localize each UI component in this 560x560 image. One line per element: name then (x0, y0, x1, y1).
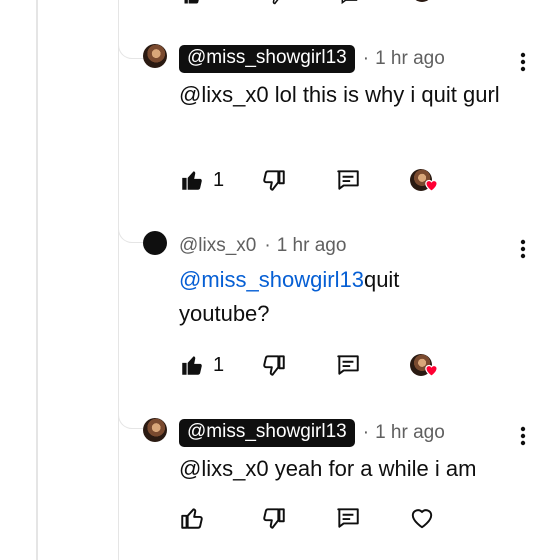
like-button[interactable] (179, 504, 213, 532)
comment-header: @miss_showgirl13 · 1 hr ago (179, 44, 445, 74)
like-count: 1 (213, 353, 225, 376)
author-handle[interactable]: @lixs_x0 (179, 235, 256, 257)
dislike-button[interactable] (261, 351, 287, 379)
separator: · (264, 235, 271, 256)
like-button[interactable]: 1 (179, 166, 224, 194)
reply-icon (337, 508, 359, 528)
like-icon (181, 508, 203, 529)
comment-actions: 1 (179, 351, 509, 381)
more-options-icon[interactable] (511, 50, 535, 74)
timestamp[interactable]: 1 hr ago (277, 235, 347, 257)
comment-actions: 1 (179, 166, 509, 196)
heart-outline-icon (411, 509, 433, 529)
timestamp[interactable]: 1 hr ago (375, 48, 445, 70)
comment-header: @lixs_x0 · 1 hr ago (179, 231, 346, 261)
avatar[interactable] (143, 418, 167, 442)
comment-text: @lixs_x0 lol this is why i quit gurl (179, 82, 500, 107)
reply-icon (337, 355, 359, 375)
dislike-icon[interactable] (263, 0, 289, 6)
heart-button[interactable] (409, 504, 435, 532)
avatar[interactable] (143, 44, 167, 68)
author-chip[interactable]: @miss_showgirl13 (179, 45, 355, 73)
separator: · (362, 422, 370, 443)
like-icon (182, 356, 202, 375)
like-count: 1 (213, 168, 225, 191)
comment: @miss_showgirl13 · 1 hr ago @lixs_x0 yea… (143, 418, 543, 560)
like-icon (182, 171, 202, 190)
comment-actions (179, 504, 509, 534)
heart-icon (425, 364, 438, 377)
comment-header: @miss_showgirl13 · 1 hr ago (179, 418, 445, 448)
dislike-icon (263, 355, 285, 376)
reply-connector (118, 408, 143, 429)
dislike-icon (263, 508, 285, 529)
heart-icon (425, 179, 438, 192)
previous-comment-actions (179, 0, 509, 6)
comment: @lixs_x0 · 1 hr ago @miss_showgirl13quit… (143, 231, 543, 391)
like-button[interactable]: 1 (179, 351, 224, 379)
creator-heart (410, 166, 440, 194)
reply-button[interactable] (335, 504, 361, 532)
mention-link[interactable]: @miss_showgirl13 (179, 267, 364, 292)
dislike-button[interactable] (261, 166, 287, 194)
like-icon[interactable] (179, 0, 205, 6)
creator-heart (410, 351, 440, 379)
comment-text: @lixs_x0 yeah for a while i am (179, 456, 477, 481)
dislike-button[interactable] (261, 504, 287, 532)
avatar[interactable] (143, 231, 167, 255)
creator-avatar (411, 0, 433, 2)
reply-connector (118, 38, 143, 59)
timestamp[interactable]: 1 hr ago (375, 422, 445, 444)
author-chip[interactable]: @miss_showgirl13 (179, 419, 355, 447)
reply-button[interactable] (335, 351, 361, 379)
separator: · (362, 48, 370, 69)
reply-icon[interactable] (336, 0, 362, 6)
comment: @miss_showgirl13 · 1 hr ago @lixs_x0 lol… (143, 44, 543, 204)
comment-text: @miss_showgirl13quit youtube? (179, 263, 439, 331)
more-options-icon[interactable] (511, 237, 535, 261)
reply-connector (118, 222, 143, 243)
reply-thread-line (118, 0, 119, 560)
thread-line (36, 0, 38, 560)
more-options-icon[interactable] (511, 424, 535, 448)
dislike-icon (263, 170, 285, 191)
reply-button[interactable] (335, 166, 361, 194)
reply-icon (337, 170, 359, 190)
